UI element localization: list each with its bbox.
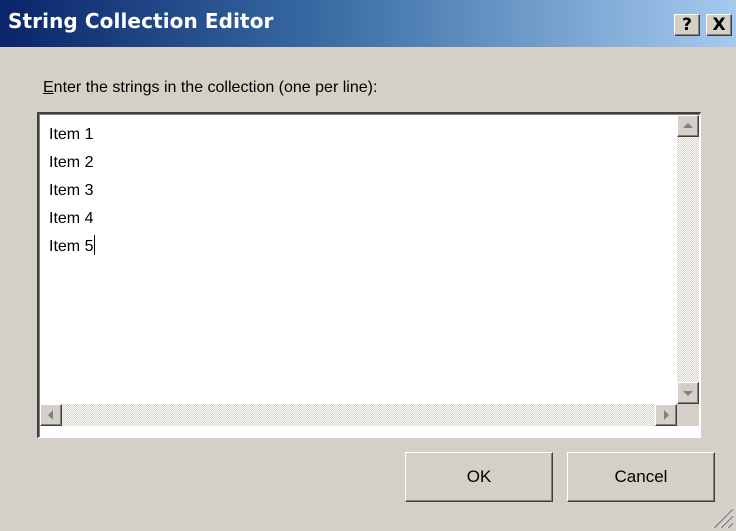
arrow-left-icon bbox=[48, 410, 53, 420]
arrow-down-icon bbox=[683, 391, 693, 396]
strings-lines: Item 1 Item 2 Item 3 Item 4 Item 5 bbox=[49, 121, 96, 261]
cancel-button[interactable]: Cancel bbox=[567, 452, 715, 502]
string-line-4: Item 4 bbox=[49, 205, 95, 233]
scroll-down-button[interactable] bbox=[677, 382, 699, 404]
string-line-3-text: Item 3 bbox=[49, 182, 94, 199]
scroll-right-button[interactable] bbox=[655, 404, 677, 426]
close-icon: X bbox=[712, 15, 726, 35]
window-title: String Collection Editor bbox=[8, 9, 274, 33]
string-line-2-text: Item 2 bbox=[49, 154, 94, 171]
scrollbar-corner bbox=[677, 404, 699, 426]
arrow-up-icon bbox=[683, 123, 693, 128]
scroll-left-button[interactable] bbox=[40, 404, 62, 426]
title-bar[interactable]: String Collection Editor ? X bbox=[0, 0, 736, 47]
ok-button[interactable]: OK bbox=[405, 452, 553, 502]
arrow-right-icon bbox=[664, 410, 669, 420]
prompt-text: nter the strings in the collection (one … bbox=[53, 79, 378, 96]
string-line-3: Item 3 bbox=[49, 177, 95, 205]
string-line-5-text: Item 5 bbox=[49, 238, 94, 255]
scroll-up-button[interactable] bbox=[677, 115, 699, 137]
help-button[interactable]: ? bbox=[674, 14, 700, 36]
text-caret bbox=[94, 235, 96, 255]
help-icon: ? bbox=[682, 15, 692, 35]
strings-textarea[interactable]: Item 1 Item 2 Item 3 Item 4 Item 5 bbox=[37, 112, 701, 438]
string-line-5: Item 5 bbox=[49, 233, 96, 261]
prompt-label: Enter the strings in the collection (one… bbox=[43, 79, 377, 97]
string-line-1-text: Item 1 bbox=[49, 126, 94, 143]
horizontal-scrollbar-track[interactable] bbox=[40, 404, 677, 426]
string-line-4-text: Item 4 bbox=[49, 210, 94, 227]
string-line-1: Item 1 bbox=[49, 121, 95, 149]
string-line-2: Item 2 bbox=[49, 149, 95, 177]
close-button[interactable]: X bbox=[706, 14, 732, 36]
resize-grip-icon[interactable] bbox=[706, 501, 734, 529]
string-collection-editor-dialog: String Collection Editor ? X Enter the s… bbox=[0, 0, 736, 531]
prompt-mnemonic: E bbox=[43, 79, 54, 96]
vertical-scrollbar-track[interactable] bbox=[677, 115, 699, 404]
